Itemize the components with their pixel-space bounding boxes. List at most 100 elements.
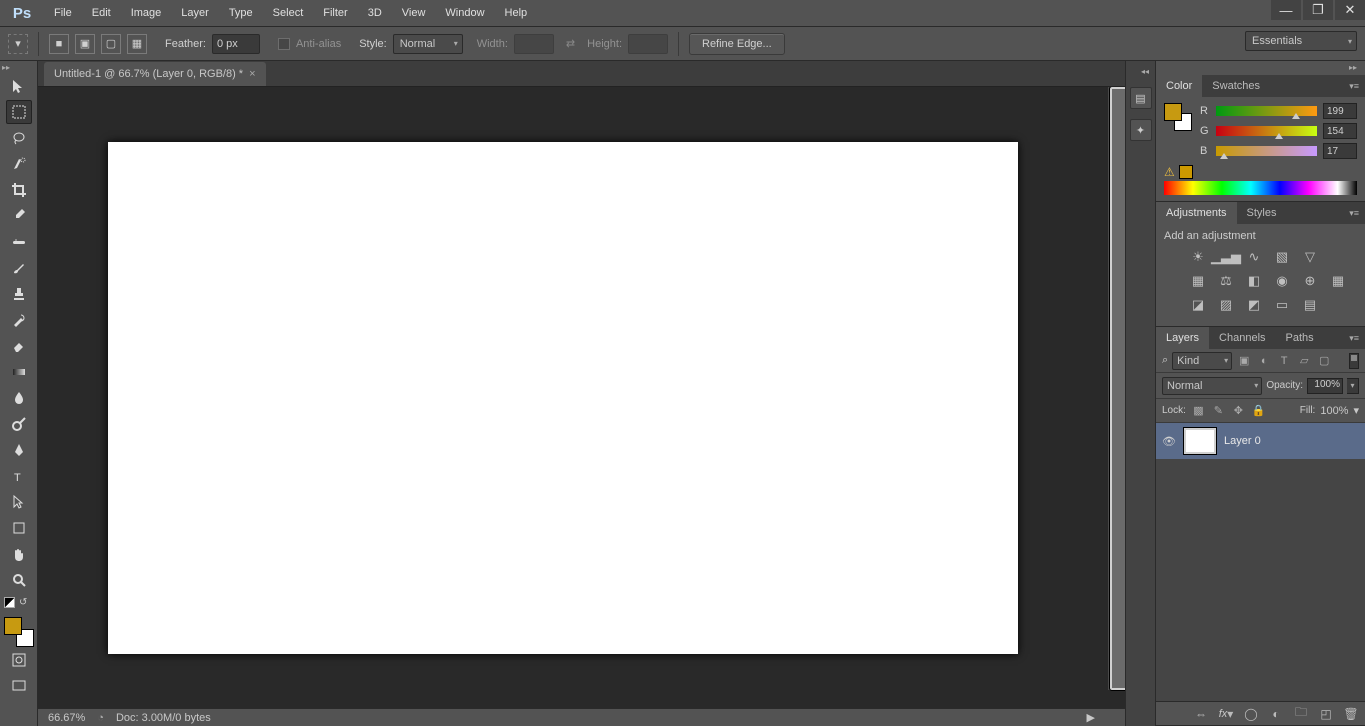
history-brush-tool[interactable] [6, 308, 32, 332]
brightness-icon[interactable]: ☀ [1188, 248, 1208, 266]
dodge-tool[interactable] [6, 412, 32, 436]
status-doc-icon[interactable]: ◔ [97, 712, 104, 724]
menu-view[interactable]: View [392, 0, 436, 27]
lock-pixels-icon[interactable]: ✎ [1211, 403, 1226, 418]
crop-tool[interactable] [6, 178, 32, 202]
blue-slider[interactable] [1216, 146, 1317, 156]
color-spectrum[interactable] [1164, 181, 1357, 195]
menu-type[interactable]: Type [219, 0, 263, 27]
blend-mode-select[interactable]: Normal [1162, 377, 1262, 395]
menu-file[interactable]: File [44, 0, 82, 27]
shape-tool[interactable] [6, 516, 32, 540]
new-adjustment-icon[interactable]: ◐ [1268, 706, 1284, 722]
default-colors-icon[interactable] [4, 597, 15, 608]
bw-icon[interactable]: ◧ [1244, 272, 1264, 290]
swap-dimensions-icon[interactable]: ⇄ [566, 37, 575, 50]
websafe-chip[interactable] [1179, 165, 1193, 179]
menu-help[interactable]: Help [495, 0, 538, 27]
brush-tool[interactable] [6, 256, 32, 280]
path-select-tool[interactable] [6, 490, 32, 514]
layer-row[interactable]: 👁 Layer 0 [1156, 423, 1365, 459]
color-balance-icon[interactable]: ⚖ [1216, 272, 1236, 290]
height-input[interactable] [628, 34, 668, 54]
toolbox-expand-icon[interactable]: ▸▸ [2, 63, 14, 73]
feather-input[interactable] [212, 34, 260, 54]
lock-transparent-icon[interactable]: ▩ [1191, 403, 1206, 418]
refine-edge-button[interactable]: Refine Edge... [689, 33, 785, 55]
opacity-dropdown-icon[interactable]: ▾ [1347, 378, 1359, 394]
canvas[interactable] [108, 142, 1018, 654]
selection-add-icon[interactable]: ▣ [75, 34, 95, 54]
close-window-button[interactable]: ✕ [1335, 0, 1365, 20]
delete-layer-icon[interactable]: 🗑 [1343, 706, 1359, 722]
exposure-icon[interactable]: ▧ [1272, 248, 1292, 266]
curves-icon[interactable]: ∿ [1244, 248, 1264, 266]
maximize-button[interactable]: ❐ [1303, 0, 1333, 20]
layer-name[interactable]: Layer 0 [1224, 435, 1261, 447]
color-lookup-icon[interactable]: ▦ [1328, 272, 1348, 290]
link-layers-icon[interactable]: ⇔ [1193, 706, 1209, 722]
layer-filter-select[interactable]: Kind [1172, 352, 1232, 370]
marquee-tool-icon[interactable]: ▾ [8, 34, 28, 54]
opacity-input[interactable]: 100% [1307, 378, 1343, 394]
status-menu-icon[interactable]: ▶ [1087, 711, 1095, 724]
lasso-tool[interactable] [6, 126, 32, 150]
red-input[interactable] [1323, 103, 1357, 119]
filter-smart-icon[interactable]: ▢ [1316, 353, 1332, 369]
menu-layer[interactable]: Layer [171, 0, 219, 27]
fill-input[interactable]: 100% [1320, 405, 1348, 417]
close-tab-icon[interactable]: × [249, 68, 255, 80]
selection-intersect-icon[interactable]: ▦ [127, 34, 147, 54]
hand-tool[interactable] [6, 542, 32, 566]
tab-swatches[interactable]: Swatches [1202, 75, 1270, 97]
color-swatches[interactable] [4, 617, 34, 647]
vibrance-icon[interactable]: ▽ [1300, 248, 1320, 266]
blur-tool[interactable] [6, 386, 32, 410]
layers-panel-menu-icon[interactable]: ▾≡ [1343, 333, 1365, 344]
lock-position-icon[interactable]: ✥ [1231, 403, 1246, 418]
stamp-tool[interactable] [6, 282, 32, 306]
tab-color[interactable]: Color [1156, 75, 1202, 97]
marquee-tool[interactable] [6, 100, 32, 124]
filter-type-icon[interactable]: T [1276, 353, 1292, 369]
canvas-viewport[interactable] [38, 87, 1125, 708]
layer-mask-icon[interactable]: ◯ [1243, 706, 1259, 722]
new-group-icon[interactable]: 🗀 [1293, 706, 1309, 722]
quick-select-tool[interactable] [6, 152, 32, 176]
invert-icon[interactable]: ◪ [1188, 296, 1208, 314]
fill-dropdown-icon[interactable]: ▾ [1353, 404, 1359, 417]
foreground-swatch[interactable] [4, 617, 22, 635]
menu-3d[interactable]: 3D [358, 0, 392, 27]
photo-filter-icon[interactable]: ◉ [1272, 272, 1292, 290]
menu-select[interactable]: Select [263, 0, 314, 27]
menu-edit[interactable]: Edit [82, 0, 121, 27]
new-layer-icon[interactable]: ◰ [1318, 706, 1334, 722]
visibility-toggle-icon[interactable]: 👁 [1162, 435, 1176, 448]
layer-fx-icon[interactable]: fx▾ [1218, 706, 1234, 722]
filter-shape-icon[interactable]: ▱ [1296, 353, 1312, 369]
status-zoom[interactable]: 66.67% [48, 712, 85, 724]
threshold-icon[interactable]: ◩ [1244, 296, 1264, 314]
lock-all-icon[interactable]: 🔒 [1251, 403, 1266, 418]
adjustments-panel-menu-icon[interactable]: ▾≡ [1343, 208, 1365, 219]
color-panel-menu-icon[interactable]: ▾≡ [1343, 81, 1365, 92]
color-swatch-pair[interactable] [1164, 103, 1192, 131]
tab-channels[interactable]: Channels [1209, 327, 1275, 349]
channel-mixer-icon[interactable]: ⊕ [1300, 272, 1320, 290]
screenmode-icon[interactable] [6, 674, 32, 698]
move-tool[interactable] [6, 74, 32, 98]
history-panel-icon[interactable]: ▤ [1130, 87, 1152, 109]
selection-new-icon[interactable]: ■ [49, 34, 69, 54]
zoom-tool[interactable] [6, 568, 32, 592]
workspace-select[interactable]: Essentials [1245, 31, 1357, 51]
width-input[interactable] [514, 34, 554, 54]
panels-collapse-icon[interactable]: ▸▸ [1349, 63, 1361, 73]
minimize-button[interactable]: ― [1271, 0, 1301, 20]
tab-layers[interactable]: Layers [1156, 327, 1209, 349]
healing-brush-tool[interactable] [6, 230, 32, 254]
tab-paths[interactable]: Paths [1276, 327, 1324, 349]
layer-thumbnail[interactable] [1184, 428, 1216, 454]
filter-toggle[interactable] [1349, 353, 1359, 369]
tab-styles[interactable]: Styles [1237, 202, 1287, 224]
red-slider[interactable] [1216, 106, 1317, 116]
